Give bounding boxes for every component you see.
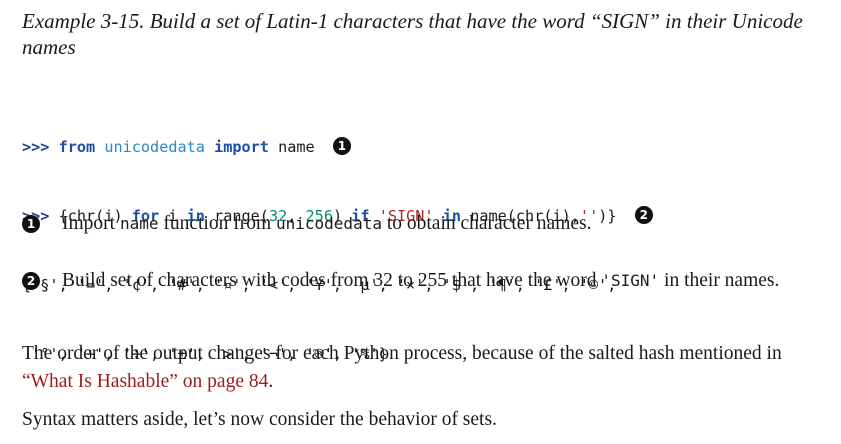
callout-2-badge: 2 bbox=[22, 272, 40, 290]
keyword-from: from bbox=[58, 138, 96, 156]
paragraph-text: The order of the output changes for each… bbox=[22, 343, 782, 364]
note-text-fragment: Build set of characters with codes from … bbox=[62, 270, 602, 291]
module-name: unicodedata bbox=[104, 138, 205, 156]
note-text: Build set of characters with codes from … bbox=[62, 267, 822, 295]
inline-code: name bbox=[119, 214, 159, 233]
code-line-1: >>> from unicodedata import name 1 bbox=[22, 136, 653, 159]
note-text-fragment: to obtain character names. bbox=[381, 213, 592, 234]
note-text-fragment: function from bbox=[158, 213, 276, 234]
book-page: Example 3-15. Build a set of Latin-1 cha… bbox=[0, 0, 841, 444]
note-text-fragment: Import bbox=[62, 213, 120, 234]
example-caption: Example 3-15. Build a set of Latin-1 cha… bbox=[22, 9, 803, 59]
note-text-fragment: in their names. bbox=[659, 270, 780, 291]
keyword-import: import bbox=[214, 138, 269, 156]
callout-1-badge: 1 bbox=[22, 215, 40, 233]
callout-note-1: 1 Import name function from unicodedata … bbox=[22, 210, 822, 238]
imported-name: name bbox=[278, 138, 315, 156]
callout-1-marker: 1 bbox=[332, 137, 351, 155]
inline-code: 'SIGN' bbox=[601, 271, 660, 290]
cross-reference-link[interactable]: “What Is Hashable” on page 84 bbox=[22, 371, 268, 392]
callout-note-2: 2 Build set of characters with codes fro… bbox=[22, 267, 822, 295]
inline-code: unicodedata bbox=[276, 214, 382, 233]
repl-prompt: >>> bbox=[22, 138, 50, 156]
note-text: Import name function from unicodedata to… bbox=[62, 210, 822, 238]
body-paragraph: The order of the output changes for each… bbox=[22, 340, 822, 396]
body-paragraph-2: Syntax matters aside, let’s now consider… bbox=[22, 409, 497, 430]
paragraph-text: . bbox=[268, 371, 274, 392]
